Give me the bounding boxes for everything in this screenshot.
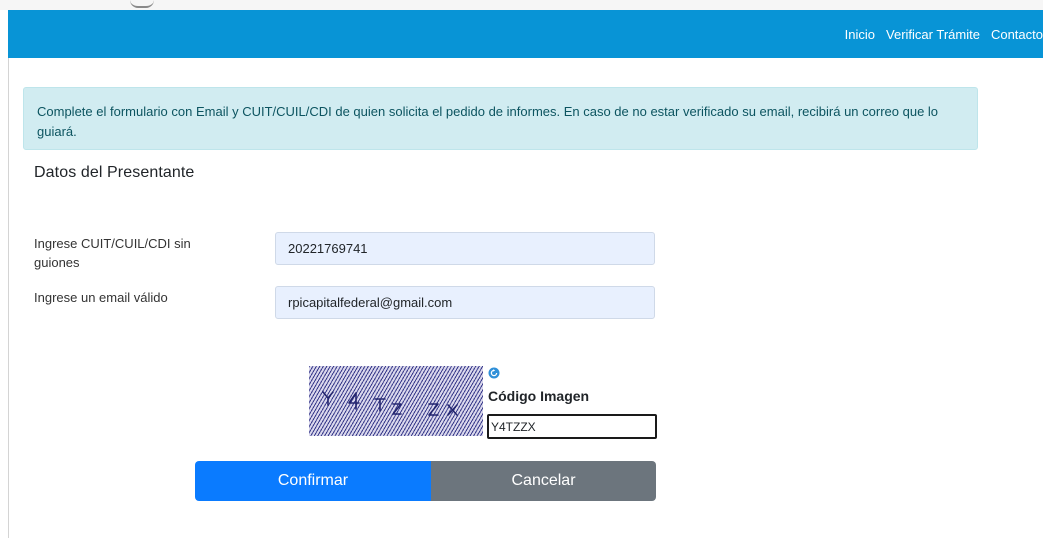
email-input[interactable] [275,286,655,319]
nav-links: Inicio Verificar Trámite Contacto [845,10,1043,58]
cuit-input[interactable] [275,232,655,265]
info-alert: Complete el formulario con Email y CUIT/… [23,87,978,150]
captcha-label: Código Imagen [488,388,590,404]
cancel-button[interactable]: Cancelar [431,461,656,501]
nav-link-verificar-tramite[interactable]: Verificar Trámite [886,27,980,42]
refresh-icon[interactable] [488,367,500,379]
cuit-label: Ingrese CUIT/CUIL/CDI sin guiones [34,236,191,270]
left-border [8,58,9,538]
captcha-glyphs [322,391,458,416]
page: Inicio Verificar Trámite Contacto Comple… [0,0,1043,538]
partial-logo [130,0,154,8]
confirm-button[interactable]: Confirmar [195,461,431,501]
navbar: Inicio Verificar Trámite Contacto [8,10,1043,58]
captcha-image [309,366,483,436]
nav-link-contacto[interactable]: Contacto [991,27,1043,42]
browser-top-strip [0,0,1043,10]
section-title: Datos del Presentante [34,164,195,181]
captcha-input[interactable] [487,414,657,439]
email-label: Ingrese un email válido [34,290,168,305]
nav-link-inicio[interactable]: Inicio [845,27,875,42]
